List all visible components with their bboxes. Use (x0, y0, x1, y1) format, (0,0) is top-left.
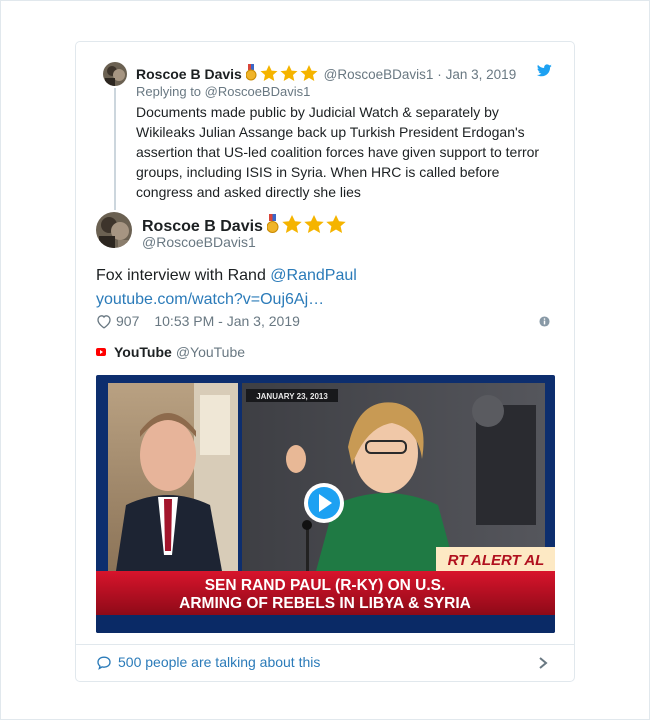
video-url-link[interactable]: youtube.com/watch?v=Ouj6Aj… (96, 291, 324, 308)
embed-source-name[interactable]: YouTube (114, 344, 172, 360)
embed-source-handle[interactable]: @YouTube (176, 344, 245, 360)
thread-line (114, 88, 116, 210)
chevron-right-icon[interactable] (538, 656, 548, 670)
twitter-bird-icon[interactable] (537, 64, 552, 77)
conversation-link[interactable]: 500 people are talking about this (96, 654, 320, 670)
video-headline-line2: ARMING OF REBELS IN LIBYA & SYRIA (179, 595, 471, 612)
author-avatar[interactable] (96, 212, 132, 248)
author-name[interactable]: Roscoe B Davis (142, 218, 263, 235)
video-alert-text: RT ALERT AL (448, 552, 545, 569)
video-frame-image: JANUARY 23, 2013 RT ALERT AL SEN RAND PA… (96, 375, 555, 633)
video-headline-line1: SEN RAND PAUL (R-KY) ON U.S. (205, 577, 446, 594)
medal-icon (266, 214, 279, 233)
play-icon (304, 483, 344, 523)
badges (245, 64, 320, 85)
reply-avatar[interactable] (103, 62, 127, 86)
info-icon[interactable] (539, 316, 550, 327)
conversation-count[interactable]: 500 people are talking about this (118, 654, 320, 670)
mention-link[interactable]: @RandPaul (270, 267, 357, 284)
tweet-text: Fox interview with Rand @RandPaul youtub… (96, 264, 556, 312)
medal-icon (245, 64, 257, 81)
heart-icon[interactable] (96, 314, 112, 329)
replying-to[interactable]: Replying to @RoscoeBDavis1 (136, 84, 310, 99)
tweet-meta: 907 10:53 PM - Jan 3, 2019 (96, 313, 300, 329)
reply-author-name[interactable]: Roscoe B Davis (136, 66, 242, 82)
separator-dot: · (437, 67, 442, 82)
footer-divider (76, 644, 574, 645)
tweet-text-body: Fox interview with Rand (96, 267, 271, 284)
embed-source[interactable]: YouTube @YouTube (96, 344, 245, 360)
author-handle[interactable]: @RoscoeBDavis1 (142, 234, 256, 250)
video-date-caption: JANUARY 23, 2013 (256, 392, 328, 401)
video-thumbnail[interactable]: JANUARY 23, 2013 RT ALERT AL SEN RAND PA… (96, 375, 555, 633)
reply-date[interactable]: Jan 3, 2019 (446, 67, 517, 82)
star-icon (260, 65, 318, 81)
like-count[interactable]: 907 (116, 313, 139, 329)
reply-text: Documents made public by Judicial Watch … (136, 104, 540, 200)
star-icon (282, 215, 347, 233)
tweet-card[interactable]: Roscoe B Davis @RoscoeBDavis1 · Jan 3, 2… (75, 41, 575, 682)
reply-header: Roscoe B Davis @RoscoeBDavis1 · Jan 3, 2… (136, 64, 516, 85)
youtube-icon (96, 348, 106, 356)
tweet-timestamp[interactable]: 10:53 PM - Jan 3, 2019 (154, 313, 300, 329)
author-badges (266, 214, 349, 239)
reply-author-handle[interactable]: @RoscoeBDavis1 (324, 67, 434, 82)
chat-bubble-icon (97, 655, 111, 670)
